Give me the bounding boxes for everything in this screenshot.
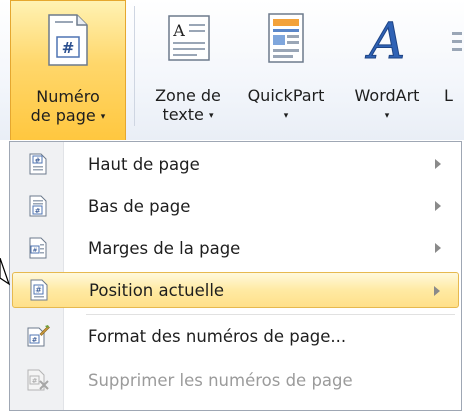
page-number-button[interactable]: # Numéro de page ▾ [10, 0, 126, 140]
wordart-button[interactable]: A WordArt ▾ [338, 0, 436, 140]
submenu-arrow-icon [435, 201, 441, 211]
menu-item-page-margins[interactable]: # Marges de la page [12, 230, 459, 266]
page-number-menu: # Haut de page # Bas de page # Marges de… [9, 141, 462, 411]
svg-text:A: A [172, 21, 185, 40]
mouse-cursor-icon [0, 258, 10, 286]
format-page-numbers-icon: # [27, 325, 50, 347]
ribbon-separator [134, 6, 135, 126]
wordart-icon: A [364, 12, 405, 66]
menu-item-header-label: Haut de page [88, 154, 200, 174]
text-box-label-2: texte [162, 105, 204, 124]
text-box-button[interactable]: A Zone de texte ▾ [142, 0, 234, 140]
header-page-icon: # [29, 153, 47, 175]
svg-text:#: # [32, 247, 37, 254]
menu-item-header[interactable]: # Haut de page [12, 146, 459, 182]
ribbon-insert-group: # Numéro de page ▾ A Zone de texte ▾ Qui… [0, 0, 464, 140]
quickpart-label: QuickPart [247, 86, 325, 105]
svg-text:#: # [35, 207, 41, 215]
footer-page-icon: # [29, 195, 47, 217]
lettrine-label: L [444, 86, 453, 105]
menu-item-page-margins-label: Marges de la page [88, 238, 241, 258]
svg-text:#: # [32, 377, 38, 385]
page-number-icon: # [48, 14, 88, 66]
menu-item-current-position-label: Position actuelle [89, 280, 225, 300]
svg-text:#: # [35, 157, 41, 165]
page-margins-icon: # [29, 237, 47, 259]
page-number-label-1: Numéro [36, 87, 100, 106]
svg-text:A: A [365, 12, 405, 66]
svg-text:#: # [32, 336, 38, 344]
quickpart-button[interactable]: QuickPart ▾ [234, 0, 338, 140]
text-box-label-1: Zone de [155, 86, 221, 105]
chevron-down-icon: ▾ [208, 111, 214, 121]
menu-item-current-position[interactable]: # Position actuelle [12, 272, 459, 308]
remove-page-numbers-icon: # [27, 369, 49, 391]
page-number-label-2: de page [30, 106, 96, 125]
menu-separator [86, 314, 455, 315]
menu-item-footer[interactable]: # Bas de page [12, 188, 459, 224]
submenu-arrow-icon [435, 243, 441, 253]
wordart-label: WordArt [354, 86, 420, 105]
menu-item-remove-page-numbers-label: Supprimer les numéros de page [88, 370, 353, 390]
text-box-icon: A [168, 15, 210, 61]
svg-text:#: # [62, 39, 75, 57]
chevron-down-icon: ▾ [283, 111, 289, 121]
svg-text:#: # [35, 286, 42, 295]
menu-item-footer-label: Bas de page [88, 196, 191, 216]
chevron-down-icon: ▾ [384, 111, 390, 121]
submenu-arrow-icon [435, 159, 441, 169]
menu-item-format-page-numbers-label: Format des numéros de page... [88, 326, 347, 346]
quickpart-icon [268, 13, 304, 63]
lettrine-icon [452, 32, 462, 51]
submenu-arrow-icon [434, 286, 440, 296]
chevron-down-icon: ▾ [100, 112, 106, 122]
current-position-icon: # [30, 279, 48, 301]
menu-item-format-page-numbers[interactable]: # Format des numéros de page... [12, 318, 459, 354]
menu-item-remove-page-numbers[interactable]: # Supprimer les numéros de page [12, 362, 459, 398]
lettrine-button[interactable]: L [444, 0, 464, 140]
